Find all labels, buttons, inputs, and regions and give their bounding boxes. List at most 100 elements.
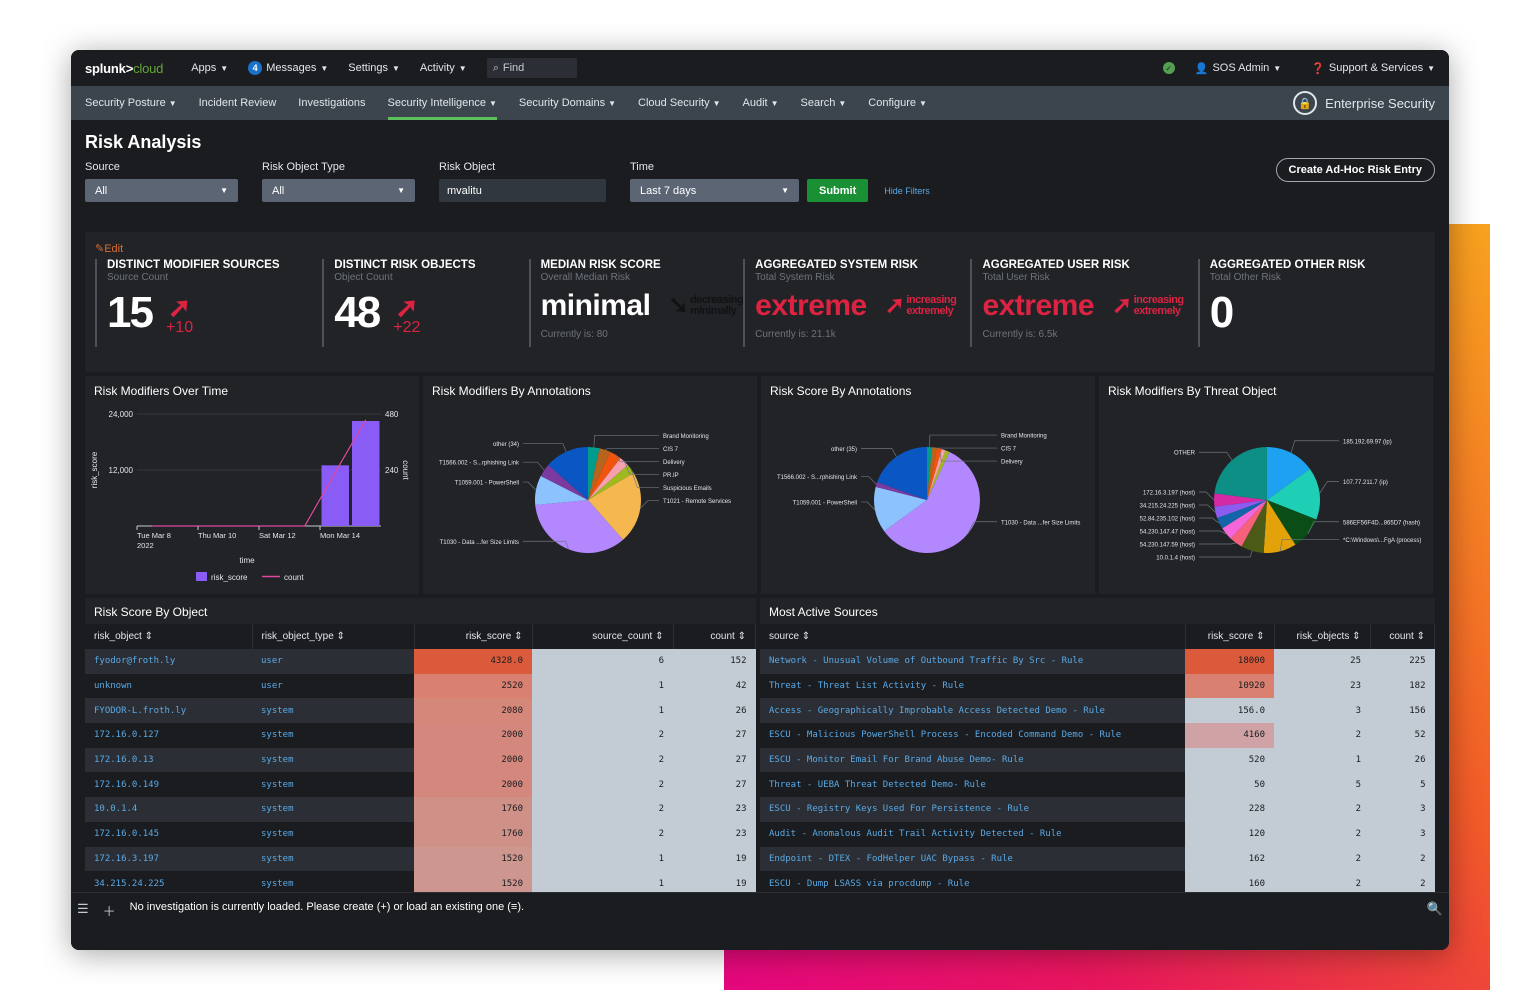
messages-menu[interactable]: 4 Messages ▼ <box>248 61 328 75</box>
table-row[interactable]: 172.16.0.127 system 2000 2 27 <box>85 723 756 748</box>
table-cell-link[interactable]: FYODOR-L.froth.ly <box>85 698 252 724</box>
x-tick-label: Mon Mar 14 <box>320 531 360 540</box>
table-cell-link[interactable]: fyodor@froth.ly <box>85 649 252 674</box>
user-menu[interactable]: 👤 SOS Admin ▼ <box>1195 62 1281 75</box>
support-menu[interactable]: ❓ Support & Services ▼ <box>1311 62 1435 75</box>
table-row[interactable]: Threat - Threat List Activity - Rule 1092… <box>760 673 1435 699</box>
column-header[interactable]: risk_objects ⇕ <box>1274 624 1371 649</box>
enterprise-security-brand[interactable]: 🔒 Enterprise Security <box>1293 91 1435 115</box>
table-row[interactable]: 172.16.0.145 system 1760 2 23 <box>85 821 756 847</box>
pie-label: Delivery <box>1001 460 1023 466</box>
table-row[interactable]: ESCU - Malicious PowerShell Process - En… <box>760 723 1435 748</box>
table-cell-link[interactable]: 172.16.0.127 <box>85 723 252 748</box>
table-row[interactable]: Audit - Anomalous Audit Trail Activity D… <box>760 821 1435 847</box>
table-cell-link[interactable]: 172.16.0.149 <box>85 772 252 798</box>
pie-leader-line <box>523 481 537 491</box>
risk-object-input[interactable]: mvalitu <box>439 179 606 202</box>
table-cell-link[interactable]: system <box>252 698 414 724</box>
table-cell-value: 1760 <box>414 821 532 847</box>
y2-tick-label: 240 <box>385 466 399 475</box>
create-adhoc-risk-entry-button[interactable]: Create Ad-Hoc Risk Entry <box>1275 158 1435 182</box>
apps-menu[interactable]: Apps ▼ <box>191 62 228 74</box>
source-dropdown[interactable]: All ▼ <box>85 179 238 202</box>
plus-icon[interactable]: ＋ <box>103 901 116 920</box>
table-cell-value: 23 <box>1274 673 1370 699</box>
zoom-in-icon[interactable]: 🔍 <box>1427 901 1443 917</box>
sort-icon: ⇕ <box>336 631 345 642</box>
activity-menu[interactable]: Activity ▼ <box>420 62 467 74</box>
table-cell-link[interactable]: 172.16.0.145 <box>85 821 252 847</box>
table-cell-value: 2 <box>532 723 673 748</box>
table-cell-value: 1 <box>532 673 673 699</box>
edit-link[interactable]: ✎Edit <box>95 242 1425 255</box>
table-cell-link[interactable]: system <box>252 772 414 798</box>
nav-search[interactable]: Search ▼ <box>801 86 847 120</box>
time-range-dropdown[interactable]: Last 7 days ▼ <box>630 179 799 202</box>
risk-object-type-dropdown[interactable]: All ▼ <box>262 179 415 202</box>
table-row[interactable]: fyodor@froth.ly user 4328.0 6 152 <box>85 649 756 674</box>
table-cell-link[interactable]: Audit - Anomalous Audit Trail Activity D… <box>760 821 1185 847</box>
table-cell-link[interactable]: system <box>252 797 414 822</box>
column-header[interactable]: risk_score ⇕ <box>1185 624 1275 649</box>
pie-label: other (35) <box>831 447 857 453</box>
arrow-down-right-icon: ➘ <box>668 292 689 319</box>
nav-security-domains[interactable]: Security Domains ▼ <box>519 86 616 120</box>
table-cell-link[interactable]: system <box>252 821 414 847</box>
nav-incident-review[interactable]: Incident Review <box>199 86 277 120</box>
splunk-logo[interactable]: splunk>cloud <box>85 61 163 76</box>
column-header[interactable]: risk_score ⇕ <box>414 624 533 649</box>
table-row[interactable]: Network - Unusual Volume of Outbound Tra… <box>760 649 1435 674</box>
table-row[interactable]: 10.0.1.4 system 1760 2 23 <box>85 797 756 822</box>
table-cell-link[interactable]: Access - Geographically Improbable Acces… <box>760 698 1185 724</box>
list-icon[interactable]: ☰ <box>77 901 89 917</box>
table-cell-link[interactable]: user <box>252 649 414 674</box>
column-header[interactable]: source ⇕ <box>760 624 1186 649</box>
table-row[interactable]: Access - Geographically Improbable Acces… <box>760 698 1435 724</box>
table-row[interactable]: 172.16.3.197 system 1520 1 19 <box>85 846 756 872</box>
table-cell-value: 5 <box>1274 772 1370 798</box>
nav-audit[interactable]: Audit ▼ <box>743 86 779 120</box>
hide-filters-link[interactable]: Hide Filters <box>884 179 930 202</box>
table-cell-link[interactable]: 10.0.1.4 <box>85 797 252 822</box>
table-cell-link[interactable]: Endpoint - DTEX - FodHelper UAC Bypass -… <box>760 846 1185 872</box>
table-cell-link[interactable]: Network - Unusual Volume of Outbound Tra… <box>760 649 1185 674</box>
table-row[interactable]: ESCU - Registry Keys Used For Persistenc… <box>760 797 1435 822</box>
table-cell-link[interactable]: Threat - UEBA Threat Detected Demo- Rule <box>760 772 1185 798</box>
table-cell-value: 26 <box>673 698 756 724</box>
table-cell-link[interactable]: Threat - Threat List Activity - Rule <box>760 673 1185 699</box>
submit-button[interactable]: Submit <box>807 179 869 202</box>
table-cell-link[interactable]: 172.16.3.197 <box>85 846 252 872</box>
table-cell-link[interactable]: 172.16.0.13 <box>85 747 252 773</box>
table-row[interactable]: unknown user 2520 1 42 <box>85 673 756 699</box>
table-row[interactable]: ESCU - Monitor Email For Brand Abuse Dem… <box>760 747 1435 773</box>
table-cell-link[interactable]: system <box>252 846 414 872</box>
table-cell-link[interactable]: ESCU - Malicious PowerShell Process - En… <box>760 723 1185 748</box>
table-cell-link[interactable]: unknown <box>85 673 252 699</box>
legend-label: risk_score <box>211 573 248 582</box>
column-header[interactable]: count ⇕ <box>673 624 756 649</box>
table-cell-link[interactable]: ESCU - Monitor Email For Brand Abuse Dem… <box>760 747 1185 773</box>
nav-configure[interactable]: Configure ▼ <box>868 86 927 120</box>
find-input[interactable]: ⌕ Find <box>486 58 577 78</box>
table-row[interactable]: 172.16.0.149 system 2000 2 27 <box>85 772 756 798</box>
table-cell-link[interactable]: system <box>252 747 414 773</box>
settings-menu[interactable]: Settings ▼ <box>348 62 400 74</box>
column-header[interactable]: count ⇕ <box>1370 624 1435 649</box>
column-header[interactable]: risk_object_type ⇕ <box>252 624 415 649</box>
table-row[interactable]: FYODOR-L.froth.ly system 2080 1 26 <box>85 698 756 724</box>
column-header[interactable]: source_count ⇕ <box>532 624 674 649</box>
nav-cloud-security[interactable]: Cloud Security ▼ <box>638 86 720 120</box>
nav-security-intelligence[interactable]: Security Intelligence ▼ <box>387 86 498 120</box>
app-window: splunk>cloud Apps ▼ 4 Messages ▼ Settings ▼ … <box>71 50 1449 950</box>
table-cell-link[interactable]: system <box>252 723 414 748</box>
health-status-icon[interactable]: ✓ <box>1162 62 1175 74</box>
nav-security-posture[interactable]: Security Posture ▼ <box>85 86 177 120</box>
table-row[interactable]: 172.16.0.13 system 2000 2 27 <box>85 747 756 773</box>
nav-investigations[interactable]: Investigations <box>298 86 365 120</box>
x-tick-label: Thu Mar 10 <box>198 531 236 540</box>
table-row[interactable]: Endpoint - DTEX - FodHelper UAC Bypass -… <box>760 846 1435 872</box>
table-cell-link[interactable]: user <box>252 673 414 699</box>
table-cell-link[interactable]: ESCU - Registry Keys Used For Persistenc… <box>760 797 1185 822</box>
table-row[interactable]: Threat - UEBA Threat Detected Demo- Rule… <box>760 772 1435 798</box>
column-header[interactable]: risk_object ⇕ <box>85 624 253 649</box>
